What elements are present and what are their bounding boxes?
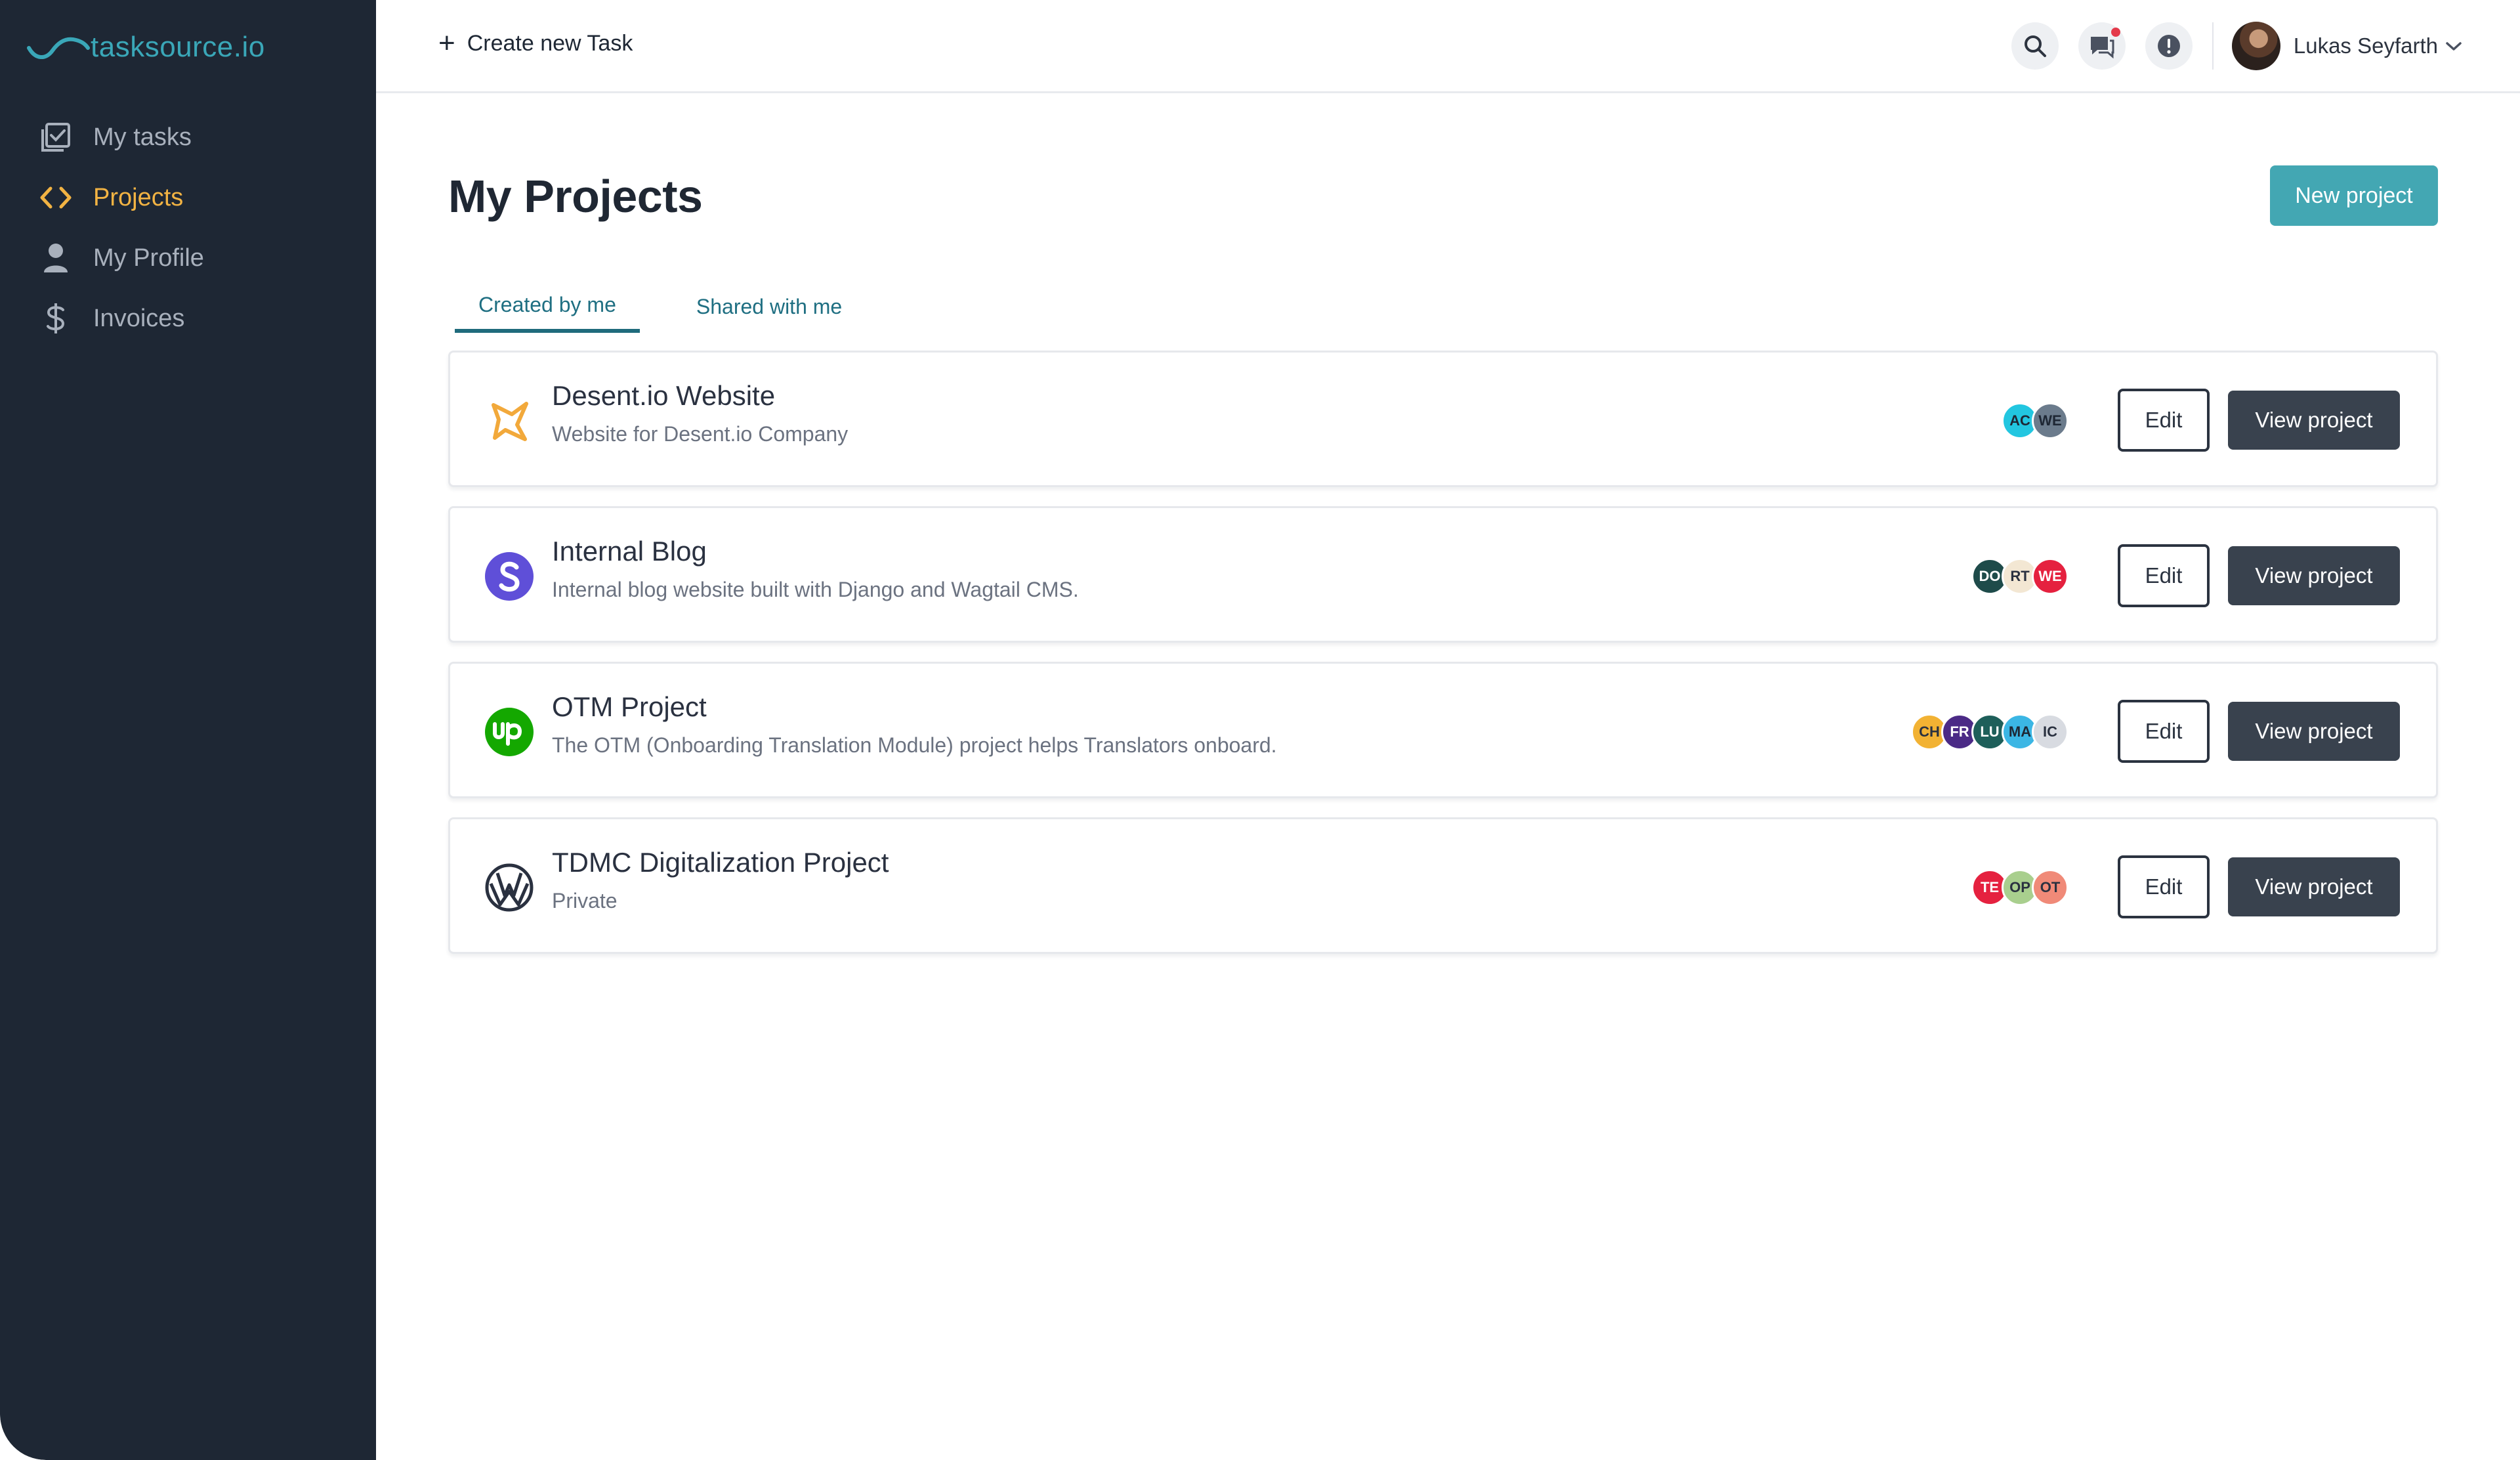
chat-icon	[2090, 37, 2114, 59]
project-description: Website for Desent.io Company	[552, 422, 849, 446]
alert-icon	[2157, 35, 2180, 57]
logo[interactable]: tasksource.io	[26, 26, 265, 68]
tab-created-by-me[interactable]: Created by me	[455, 280, 640, 333]
sidebar-item-label: My Profile	[93, 244, 204, 272]
view-project-button[interactable]: View project	[2228, 391, 2400, 450]
member-avatar: OT	[2032, 869, 2068, 906]
member-avatars: IC MA LU FR CH	[1911, 714, 2068, 750]
project-description: Internal blog website built with Django …	[552, 578, 1079, 601]
tab-shared-with-me[interactable]: Shared with me	[673, 280, 866, 333]
project-tabs: Created by me Shared with me	[455, 280, 866, 333]
s-logo-icon	[483, 550, 536, 603]
brand-name: tasksource.io	[91, 31, 265, 63]
sidebar-item-label: My tasks	[93, 123, 192, 151]
user-name: Lukas Seyfarth	[2293, 33, 2438, 58]
project-card: Internal Blog Internal blog website buil…	[448, 506, 2438, 643]
create-task-label: Create new Task	[467, 30, 633, 56]
user-menu[interactable]: Lukas Seyfarth	[2231, 22, 2463, 70]
avatar	[2231, 22, 2280, 70]
sidebar-item-label: Invoices	[93, 304, 185, 332]
top-actions: Lukas Seyfarth	[1992, 22, 2463, 70]
sidebar-item-my-tasks[interactable]: My tasks	[39, 107, 204, 167]
project-card: Desent.io Website Website for Desent.io …	[448, 351, 2438, 487]
main-content: My Projects New project Created by me Sh…	[376, 93, 2520, 1460]
vw-logo-icon	[483, 861, 536, 914]
member-avatars: WE RT DO	[1971, 558, 2068, 595]
project-list: Desent.io Website Website for Desent.io …	[448, 351, 2438, 973]
new-project-button[interactable]: New project	[2270, 165, 2438, 226]
project-card: OTM Project The OTM (Onboarding Translat…	[448, 662, 2438, 798]
view-project-button[interactable]: View project	[2228, 702, 2400, 761]
project-description: Private	[552, 889, 618, 912]
edit-button[interactable]: Edit	[2118, 855, 2210, 918]
project-title[interactable]: OTM Project	[552, 691, 707, 723]
project-card: TDMC Digitalization Project Private OT O…	[448, 817, 2438, 954]
notification-dot	[2110, 28, 2120, 37]
edit-button[interactable]: Edit	[2118, 544, 2210, 607]
desent-logo-icon	[483, 395, 536, 447]
sidebar-item-my-profile[interactable]: My Profile	[39, 228, 204, 288]
dollar-icon	[39, 302, 72, 335]
member-avatars: WE AC	[2002, 402, 2068, 439]
sidebar: tasksource.io My tasks Projects My Profi…	[0, 0, 376, 1460]
wave-logo-icon	[27, 37, 90, 59]
edit-button[interactable]: Edit	[2118, 700, 2210, 763]
view-project-button[interactable]: View project	[2228, 546, 2400, 605]
code-icon	[39, 181, 72, 214]
create-task-button[interactable]: + Create new Task	[438, 29, 633, 58]
project-title[interactable]: Desent.io Website	[552, 380, 775, 412]
messages-button[interactable]	[2078, 22, 2126, 70]
project-description: The OTM (Onboarding Translation Module) …	[552, 733, 1277, 757]
search-button[interactable]	[2011, 22, 2059, 70]
chevron-down-icon	[2446, 42, 2462, 51]
member-avatar: WE	[2032, 558, 2068, 595]
app-window: tasksource.io My tasks Projects My Profi…	[0, 0, 2520, 1460]
search-icon	[2024, 35, 2046, 57]
sidebar-item-label: Projects	[93, 183, 184, 211]
top-bar: + Create new Task Lukas Seyfarth	[376, 0, 2520, 93]
member-avatar: IC	[2032, 714, 2068, 750]
alerts-button[interactable]	[2145, 22, 2193, 70]
member-avatars: OT OP TE	[1971, 869, 2068, 906]
user-icon	[39, 242, 72, 274]
sidebar-item-projects[interactable]: Projects	[39, 167, 204, 228]
project-title[interactable]: TDMC Digitalization Project	[552, 847, 889, 878]
sidebar-item-invoices[interactable]: Invoices	[39, 288, 204, 349]
edit-button[interactable]: Edit	[2118, 389, 2210, 452]
upwork-logo-icon	[483, 706, 536, 758]
view-project-button[interactable]: View project	[2228, 857, 2400, 916]
checkbox-list-icon	[39, 121, 72, 154]
plus-icon: +	[438, 27, 455, 59]
sidebar-nav: My tasks Projects My Profile Invoices	[39, 107, 204, 349]
project-title[interactable]: Internal Blog	[552, 536, 707, 567]
page-title: My Projects	[448, 171, 703, 222]
divider	[2212, 22, 2214, 70]
member-avatar: WE	[2032, 402, 2068, 439]
